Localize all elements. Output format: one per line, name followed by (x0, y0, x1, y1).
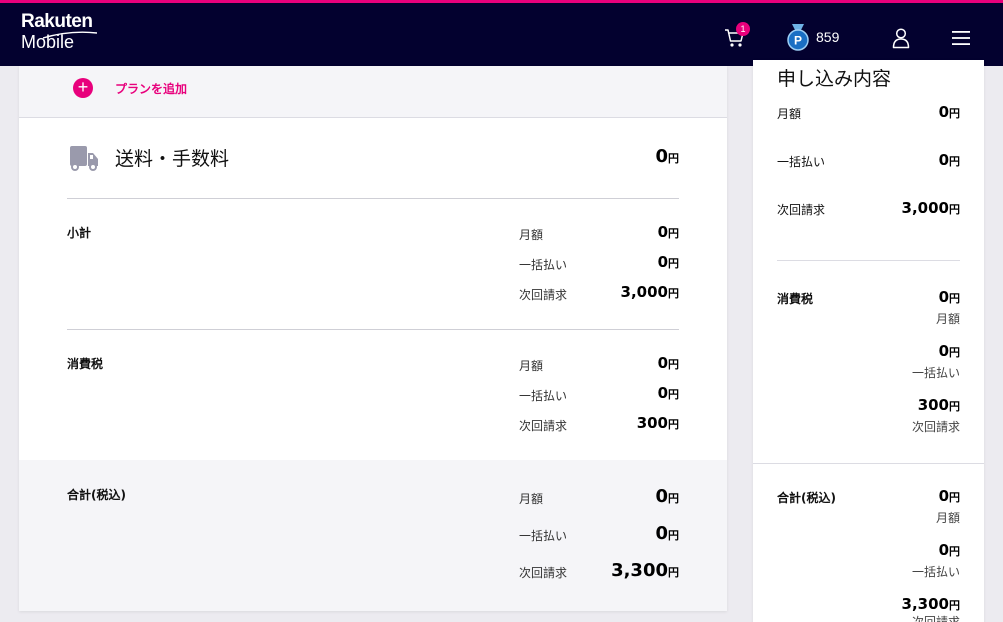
svg-text:P: P (794, 34, 802, 48)
summary-next-label: 次回請求 (777, 203, 826, 217)
total-lump-label: 一括払い (519, 529, 568, 543)
add-plan-row[interactable]: + プランを追加 (19, 66, 727, 118)
tax-monthly-label: 月額 (519, 359, 544, 373)
points-medal-icon[interactable]: P (786, 24, 810, 52)
top-nav-bar: Rakuten Mobile 1 P 859 (0, 0, 1003, 66)
subtotal-lump-value: 0円 (657, 253, 679, 271)
summary-lump-label: 一括払い (777, 155, 826, 169)
cart-count-badge: 1 (736, 22, 750, 36)
summary-lump-value: 0円 (938, 151, 960, 169)
rakuten-mobile-logo[interactable]: Rakuten Mobile (21, 11, 97, 51)
tax-next-label: 次回請求 (519, 419, 568, 433)
summary-tax-monthly-caption: 月額 (935, 312, 960, 326)
total-monthly-label: 月額 (519, 492, 544, 506)
user-icon[interactable] (890, 27, 912, 49)
tax-lump-label: 一括払い (519, 389, 568, 403)
summary-monthly-value: 0円 (938, 103, 960, 121)
logo-swoosh-icon (43, 31, 97, 39)
subtotal-next-label: 次回請求 (519, 288, 568, 302)
summary-title: 申し込み内容 (777, 68, 892, 90)
subtotal-monthly-value: 0円 (657, 223, 679, 241)
summary-total-lump-caption: 一括払い (911, 565, 960, 579)
subtotal-lump-label: 一括払い (519, 258, 568, 272)
total-next-label: 次回請求 (519, 566, 568, 580)
summary-tax-next-value: 300円 (917, 396, 960, 414)
summary-total-monthly-caption: 月額 (935, 511, 960, 525)
divider (777, 260, 960, 261)
logo-line1: Rakuten (21, 11, 93, 32)
tax-label: 消費税 (67, 357, 104, 371)
summary-total-label: 合計(税込) (777, 491, 836, 505)
points-balance[interactable]: 859 (816, 29, 839, 45)
total-lump-value: 0円 (655, 523, 679, 544)
divider (67, 198, 679, 199)
divider (67, 329, 679, 330)
subtotal-next-value: 3,000円 (620, 283, 679, 301)
price-detail-card: + プランを追加 送料・手数料 0円 小計 月額 0円 一括払い 0円 次回請求… (19, 66, 727, 611)
tax-monthly-value: 0円 (657, 354, 679, 372)
summary-total-lump-value: 0円 (938, 541, 960, 559)
summary-total-next-caption: 次回請求 (911, 615, 960, 622)
tax-lump-value: 0円 (657, 384, 679, 402)
summary-total-next-value: 3,300円 (901, 595, 960, 613)
order-summary-card: 申し込み内容 月額 0円 一括払い 0円 次回請求 3,000円 消費税 0円 … (753, 60, 984, 622)
summary-tax-lump-value: 0円 (938, 342, 960, 360)
summary-tax-lump-caption: 一括払い (911, 366, 960, 380)
summary-tax-monthly-value: 0円 (938, 288, 960, 306)
summary-next-value: 3,000円 (901, 199, 960, 217)
summary-tax-next-caption: 次回請求 (911, 420, 960, 434)
add-plan-link[interactable]: プランを追加 (115, 80, 187, 97)
truck-icon (70, 146, 98, 171)
total-next-value: 3,300円 (611, 560, 679, 581)
menu-icon[interactable] (950, 29, 972, 47)
tax-next-value: 300円 (636, 414, 679, 432)
subtotal-label: 小計 (67, 226, 92, 240)
summary-tax-label: 消費税 (777, 292, 814, 306)
total-label: 合計(税込) (67, 488, 126, 502)
subtotal-monthly-label: 月額 (519, 228, 544, 242)
shipping-fee-label: 送料・手数料 (115, 148, 230, 170)
shipping-fee-value: 0円 (655, 146, 679, 167)
total-monthly-value: 0円 (655, 486, 679, 507)
summary-monthly-label: 月額 (777, 107, 802, 121)
add-plan-icon[interactable]: + (73, 78, 93, 98)
summary-total-monthly-value: 0円 (938, 487, 960, 505)
divider (753, 463, 984, 464)
